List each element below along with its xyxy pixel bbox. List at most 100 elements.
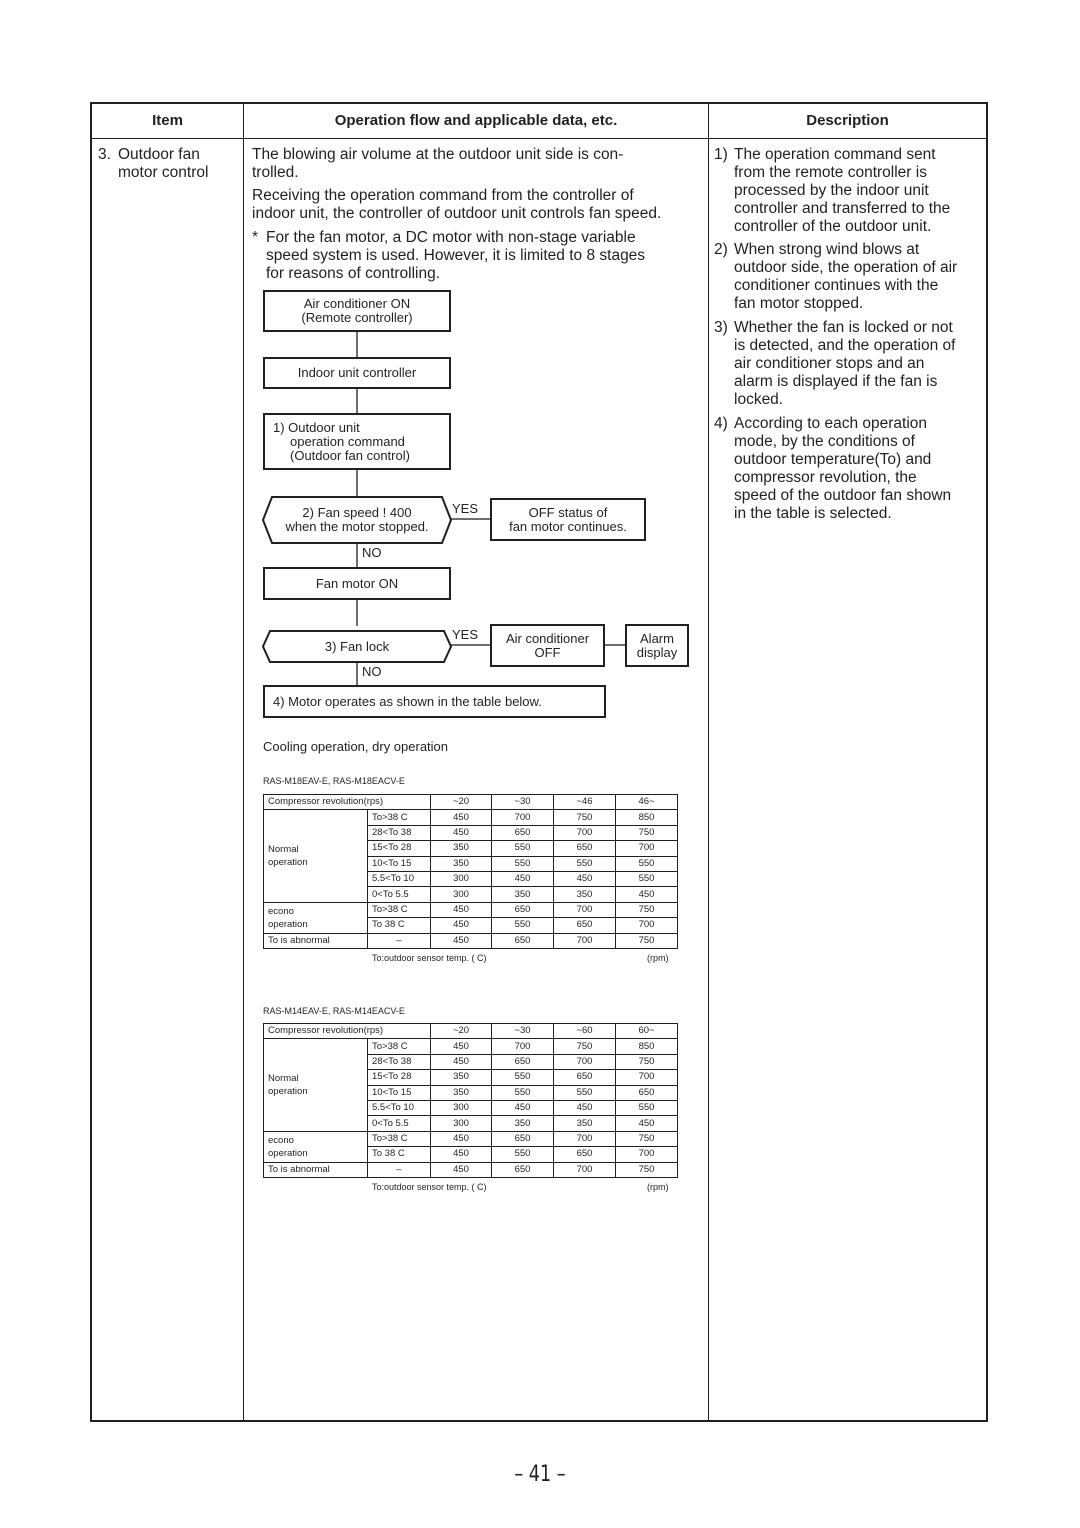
connector: [356, 599, 358, 626]
description-line: The operation command sent: [734, 146, 936, 163]
rpm-value: 750: [615, 901, 678, 919]
group-label-line: econo: [268, 905, 294, 917]
connector: [356, 662, 358, 686]
condition-cell: 15<To 28: [367, 1069, 431, 1086]
column-header: ~60: [553, 1022, 616, 1040]
description-line: When strong wind blows at: [734, 241, 920, 258]
column-header: 46~: [615, 793, 678, 811]
box-fan-motor-on: Fan motor ON: [263, 567, 451, 600]
description-line: outdoor temperature(To) and: [734, 451, 932, 468]
description-line: fan motor stopped.: [734, 295, 864, 312]
header-compressor-revolution: Compressor revolution(rps): [263, 1022, 431, 1040]
table-footnote: To:outdoor sensor temp. ( C): [372, 1182, 487, 1192]
item-title-line1: Outdoor fan: [118, 146, 200, 163]
rpm-value: 750: [615, 824, 678, 842]
decision-text: 2) Fan speed ! 400: [302, 505, 412, 520]
description-number: 3): [714, 319, 728, 336]
table-row: Normal operation To>38 C 450 700 750 850: [263, 809, 678, 903]
rpm-value: 450: [430, 1130, 492, 1148]
tables-title: Cooling operation, dry operation: [263, 739, 449, 754]
description-item: 3) Whether the fan is locked or not is det…: [714, 319, 984, 409]
description-item: 4) According to each operation mode, by th…: [714, 415, 984, 523]
group-label-line: econo: [268, 1134, 294, 1146]
connector: [356, 388, 358, 414]
description-line: from the remote controller is: [734, 164, 927, 181]
condition-cell: 28<To 38: [367, 1053, 431, 1071]
description-text: The operation command sent from the remot…: [734, 146, 984, 236]
connector: [356, 469, 358, 497]
rpm-value: 650: [491, 1053, 554, 1071]
rpm-value: 550: [491, 1084, 554, 1101]
rpm-value: 700: [491, 1038, 554, 1055]
rpm-value: 450: [430, 917, 492, 934]
rpm-value: 750: [615, 932, 678, 949]
rpm-value: 550: [491, 917, 554, 934]
rpm-value: 550: [615, 870, 678, 888]
condition-cell: To>38 C: [367, 1038, 431, 1055]
description-text: When strong wind blows at outdoor side, t…: [734, 241, 984, 313]
description-line: alarm is displayed if the fan is: [734, 373, 938, 390]
box-text: Indoor unit controller: [297, 365, 417, 380]
rpm-value: 750: [615, 1161, 678, 1178]
header-description: Description: [806, 112, 889, 129]
condition-cell: –: [367, 1161, 431, 1178]
condition-cell: –: [367, 932, 431, 949]
box-text: Air conditioner: [505, 630, 590, 646]
box-text: Air conditioner ON: [303, 296, 411, 311]
condition-cell: To>38 C: [367, 1130, 431, 1148]
description-item: 2) When strong wind blows at outdoor side,…: [714, 241, 984, 313]
rpm-value: 450: [430, 1146, 492, 1163]
rpm-value: 650: [553, 840, 616, 857]
condition-cell: 10<To 15: [367, 855, 431, 872]
no-label: NO: [362, 664, 382, 679]
box-outdoor-operation-command: 1) Outdoor unit operation command (Outdo…: [263, 413, 451, 470]
description-line: controller of the outdoor unit.: [734, 218, 932, 235]
group-label-line: To is abnormal: [268, 935, 330, 947]
condition-cell: 0<To 5.5: [367, 1115, 431, 1132]
rpm-value: 550: [491, 840, 554, 857]
column-header: ~20: [430, 1022, 492, 1040]
box-text: 1) Outdoor unit: [273, 419, 360, 435]
rpm-value: 350: [430, 1084, 492, 1101]
rpm-value: 450: [615, 1115, 678, 1132]
table-row: To is abnormal –450 650 700 750: [263, 1161, 678, 1178]
table-header-row: Compressor revolution(rps) ~20 ~30 ~46 46~: [263, 793, 678, 811]
rpm-value: 700: [615, 1069, 678, 1086]
no-label: NO: [362, 545, 382, 560]
box-text: 4) Motor operates as shown in the table …: [273, 693, 542, 709]
rpm-value: 550: [553, 1084, 616, 1101]
rpm-value: 700: [491, 809, 554, 826]
box-air-conditioner-off: Air conditioner OFF: [490, 624, 605, 667]
rpm-value: 450: [430, 1161, 492, 1178]
condition-cell: To>38 C: [367, 901, 431, 919]
table-footnote: To:outdoor sensor temp. ( C): [372, 953, 487, 963]
table-unit: (rpm): [647, 1182, 669, 1192]
rpm-value: 650: [491, 901, 554, 919]
header-divider: [92, 138, 986, 139]
column-divider-item: [243, 104, 244, 1420]
box-text: OFF status of: [528, 504, 608, 520]
operation-para2-line1: Receiving the operation command from the…: [252, 187, 634, 204]
column-header: ~30: [491, 793, 554, 811]
group-label-line: Normal: [268, 844, 299, 856]
condition-cell: 15<To 28: [367, 840, 431, 857]
rpm-value: 450: [430, 932, 492, 949]
box-indoor-unit-controller: Indoor unit controller: [263, 357, 451, 389]
rpm-value: 650: [553, 1146, 616, 1163]
description-line: outdoor side, the operation of air: [734, 259, 958, 276]
decision-text: 3) Fan lock: [324, 638, 390, 654]
rpm-value: 700: [553, 824, 616, 842]
rpm-value: 700: [615, 917, 678, 934]
condition-cell: 5.5<To 10: [367, 1099, 431, 1117]
column-header: 60~: [615, 1022, 678, 1040]
box-text: operation command: [290, 433, 405, 449]
rpm-value: 650: [491, 932, 554, 949]
rpm-value: 700: [553, 901, 616, 919]
rpm-value: 300: [430, 870, 492, 888]
operation-para2-line2: indoor unit, the controller of outdoor u…: [252, 205, 662, 222]
rpm-value: 750: [553, 1038, 616, 1055]
column-header: ~20: [430, 793, 492, 811]
rpm-value: 350: [491, 886, 554, 903]
connector-yes: [449, 518, 491, 520]
rpm-value: 700: [615, 840, 678, 857]
